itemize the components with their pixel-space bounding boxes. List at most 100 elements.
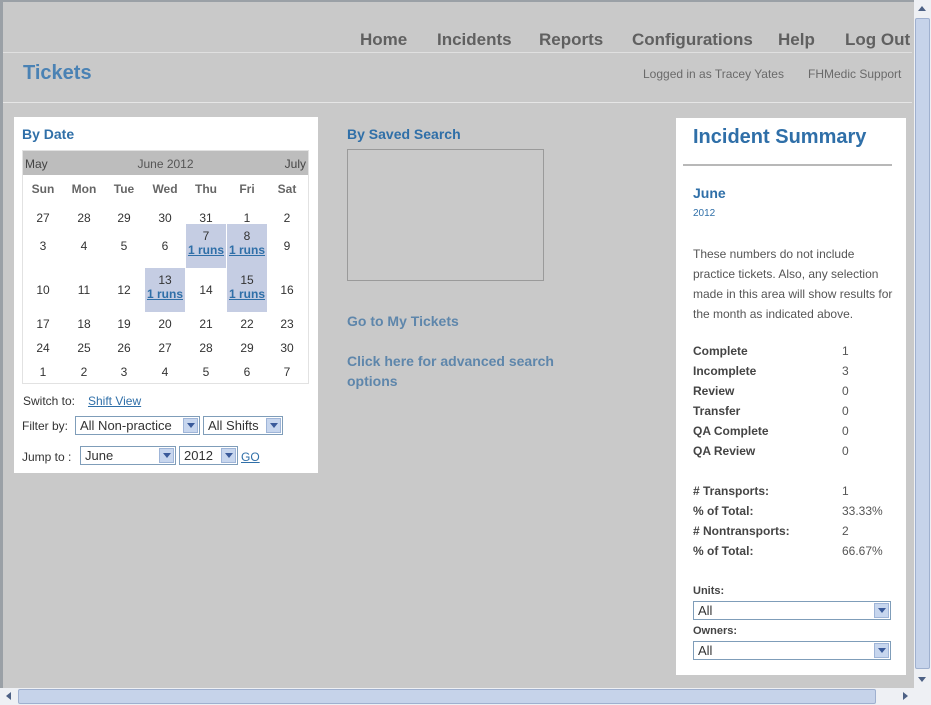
calendar-day[interactable]: 23 [267,312,307,336]
calendar-next-month[interactable]: July [285,157,306,171]
calendar-day[interactable]: 3 [104,360,144,384]
stat-label: # Nontransports: [693,524,790,538]
stat-label: Review [693,384,735,398]
calendar-runs-link[interactable]: 1 runs [227,243,267,257]
calendar-day[interactable]: 4 [145,360,185,384]
shift-view-link[interactable]: Shift View [88,394,141,408]
calendar-day[interactable]: 3 [23,224,63,268]
calendar-day[interactable]: 2 [64,360,104,384]
calendar-day-number: 23 [280,317,294,331]
scroll-right-icon[interactable] [897,688,914,705]
calendar-day[interactable]: 20 [145,312,185,336]
calendar-day[interactable]: 24 [23,336,63,360]
scroll-up-icon[interactable] [914,0,931,17]
stat-value: 33.33% [842,504,883,518]
jump-month-select[interactable]: June [80,446,176,465]
calendar-day-number: 14 [199,283,213,297]
calendar-day-number: 7 [283,365,291,379]
calendar-day[interactable]: 71 runs [186,224,226,268]
calendar-day[interactable]: 6 [227,360,267,384]
summary-divider [683,164,892,166]
jump-year-select[interactable]: 2012 [179,446,238,465]
calendar-day-number: 1 [39,365,47,379]
calendar-day-number: 21 [199,317,213,331]
calendar-weekday: Mon [71,182,97,196]
calendar-day[interactable]: 21 [186,312,226,336]
calendar-day[interactable]: 22 [227,312,267,336]
summary-year: 2012 [693,208,716,219]
stat-label: # Transports: [693,484,770,498]
calendar-day[interactable]: 27 [145,336,185,360]
calendar-day[interactable]: 9 [267,224,307,268]
calendar-prev-month[interactable]: May [25,157,48,171]
horizontal-scroll-thumb[interactable] [18,689,876,704]
calendar-day[interactable]: 30 [267,336,307,360]
nav-help[interactable]: Help [778,30,815,50]
calendar-day[interactable]: 4 [64,224,104,268]
go-link[interactable]: GO [241,450,260,464]
calendar-day[interactable]: 12 [104,268,144,312]
scrollbar-corner [914,688,931,705]
scroll-left-icon[interactable] [0,688,17,705]
filter-practice-value: All Non-practice [80,418,172,433]
chevron-down-icon [221,448,236,463]
calendar-day[interactable]: 16 [267,268,307,312]
calendar-day[interactable]: 28 [186,336,226,360]
nav-logout[interactable]: Log Out [845,30,910,50]
saved-search-list[interactable] [347,149,544,281]
calendar-day[interactable]: 5 [104,224,144,268]
calendar-day[interactable]: 7 [267,360,307,384]
calendar-day[interactable]: 26 [104,336,144,360]
by-date-panel: By Date June 2012 May July Sun Mon Tue Wed T… [14,117,318,473]
calendar-runs-link[interactable]: 1 runs [145,287,185,301]
calendar-day[interactable]: 18 [64,312,104,336]
nav-reports[interactable]: Reports [539,30,603,50]
calendar-day-number: 2 [283,211,291,225]
nav-home[interactable]: Home [360,30,407,50]
filter-practice-select[interactable]: All Non-practice [75,416,200,435]
stat-value: 0 [842,444,849,458]
calendar: June 2012 May July Sun Mon Tue Wed Thu Fri Sat… [22,150,309,384]
owners-label: Owners: [693,625,738,637]
my-tickets-link[interactable]: Go to My Tickets [347,311,557,331]
calendar-day-number: 1 [243,211,251,225]
stat-value: 0 [842,424,849,438]
calendar-day[interactable]: 5 [186,360,226,384]
calendar-runs-link[interactable]: 1 runs [227,287,267,301]
calendar-day[interactable]: 1 [23,360,63,384]
calendar-day-number: 12 [117,283,131,297]
calendar-header: June 2012 May July [23,151,308,175]
stat-value: 1 [842,484,849,498]
vertical-scroll-thumb[interactable] [915,18,930,669]
calendar-day[interactable]: 11 [64,268,104,312]
support-link[interactable]: FHMedic Support [808,67,901,81]
horizontal-scrollbar[interactable] [0,688,914,705]
filter-shifts-select[interactable]: All Shifts [203,416,283,435]
calendar-day[interactable]: 25 [64,336,104,360]
calendar-day[interactable]: 14 [186,268,226,312]
calendar-day[interactable]: 19 [104,312,144,336]
owners-select[interactable]: All [693,641,891,660]
nav-configurations[interactable]: Configurations [632,30,753,50]
calendar-day-number: 9 [283,239,291,253]
calendar-day-number: 20 [158,317,172,331]
calendar-runs-link[interactable]: 1 runs [186,243,226,257]
advanced-search-link[interactable]: Click here for advanced search options [347,351,557,391]
stat-label: Incomplete [693,364,757,378]
calendar-day-number: 19 [117,317,131,331]
calendar-day[interactable]: 10 [23,268,63,312]
calendar-day-number: 5 [120,239,128,253]
calendar-day[interactable]: 81 runs [227,224,267,268]
vertical-scrollbar[interactable] [914,0,931,688]
calendar-day[interactable]: 15 1 runs [227,268,267,312]
calendar-day-number: 28 [199,341,213,355]
calendar-day[interactable]: 29 [227,336,267,360]
calendar-day-number: 3 [39,239,47,253]
calendar-day[interactable]: 6 [145,224,185,268]
calendar-day[interactable]: 17 [23,312,63,336]
saved-search-heading: By Saved Search [347,126,461,142]
nav-incidents[interactable]: Incidents [437,30,512,50]
units-select[interactable]: All [693,601,891,620]
calendar-day[interactable]: 13 1 runs [145,268,185,312]
scroll-down-icon[interactable] [914,671,931,688]
